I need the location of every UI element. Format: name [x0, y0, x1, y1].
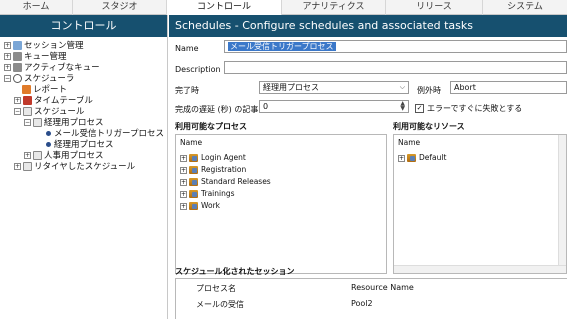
expand-icon[interactable]: +: [14, 97, 21, 104]
resource-pool-icon: [407, 154, 416, 162]
schedule-icon: [33, 118, 42, 127]
tree-item-active-queues[interactable]: + アクティブなキュー: [4, 63, 100, 74]
processes-column-header: Name: [180, 138, 203, 147]
collapse-icon[interactable]: −: [24, 119, 31, 126]
process-item[interactable]: + Login Agent: [180, 153, 246, 163]
task-bullet-icon: [46, 142, 51, 147]
description-label: Description: [175, 65, 221, 74]
tab-system[interactable]: システム: [483, 0, 567, 15]
tree-item-reports[interactable]: レポート: [22, 85, 67, 96]
tab-home[interactable]: ホーム: [0, 0, 73, 15]
expand-icon[interactable]: +: [180, 166, 187, 174]
tree-item-retired-schedules[interactable]: + リタイヤしたスケジュール: [14, 162, 135, 173]
control-sidebar: コントロール + セッション管理 + キュー管理 + アクティブなキュー − スケジュー…: [0, 15, 168, 319]
exception-label: 例外時: [417, 86, 441, 95]
retired-schedule-icon: [23, 162, 32, 171]
tree-item-accounting-process-task[interactable]: 経理用プロセス: [46, 140, 114, 151]
active-queue-icon: [13, 63, 22, 72]
tree-item-accounting-process[interactable]: − 経理用プロセス: [24, 118, 104, 129]
available-processes-title: 利用可能なプロセス: [175, 122, 247, 131]
resources-horizontal-scrollbar[interactable]: [394, 265, 566, 273]
resource-item[interactable]: + Default: [398, 153, 446, 163]
collapse-icon[interactable]: −: [14, 108, 21, 115]
expand-icon[interactable]: +: [180, 178, 187, 186]
session-process-cell[interactable]: メールの受信: [196, 299, 244, 311]
queue-icon: [13, 52, 22, 61]
schedule-editor: Schedules - Configure schedules and asso…: [169, 15, 567, 319]
delay-stepper[interactable]: 0 ▲ ▼: [259, 100, 409, 113]
monitor-icon: [13, 41, 22, 50]
checkbox-icon[interactable]: ✓: [415, 104, 424, 113]
tree-item-hr-process[interactable]: + 人事用プロセス: [24, 151, 104, 162]
expand-icon[interactable]: +: [398, 154, 405, 162]
schedule-icon: [23, 107, 32, 116]
delay-label: 完成の遅延 (秒) の記事: [175, 105, 259, 114]
tree-item-timetable[interactable]: + タイムテーブル: [14, 96, 93, 107]
process-group-icon: [189, 154, 198, 162]
completion-label: 完了時: [175, 86, 199, 95]
report-icon: [22, 85, 31, 94]
page-title: Schedules - Configure schedules and asso…: [169, 15, 567, 37]
expand-icon[interactable]: +: [4, 53, 11, 60]
resources-list[interactable]: Name + Default: [393, 134, 567, 274]
process-item[interactable]: + Work: [180, 201, 220, 211]
process-group-icon: [189, 166, 198, 174]
expand-icon[interactable]: +: [24, 152, 31, 159]
completion-select[interactable]: 経理用プロセス ⌵: [259, 81, 409, 94]
sidebar-title: コントロール: [0, 15, 167, 37]
process-group-icon: [189, 202, 198, 210]
name-label: Name: [175, 44, 199, 53]
available-resources-title: 利用可能なリソース: [393, 122, 465, 131]
tab-control[interactable]: コントロール: [167, 0, 282, 15]
tree-item-mail-trigger-process[interactable]: メール受信トリガープロセス: [46, 129, 164, 140]
exception-select[interactable]: Abort: [450, 81, 567, 94]
scheduled-sessions-table: プロセス名 Resource Name メールの受信 Pool2: [175, 278, 567, 319]
tree-item-session-management[interactable]: + セッション管理: [4, 41, 84, 52]
tab-analytics[interactable]: アナリティクス: [282, 0, 386, 15]
tab-release[interactable]: リリース: [386, 0, 483, 15]
chevron-down-icon: ⌵: [399, 83, 405, 91]
tree-item-queue-management[interactable]: + キュー管理: [4, 52, 67, 63]
name-field[interactable]: メール受信トリガープロセス: [224, 40, 567, 53]
process-item[interactable]: + Trainings: [180, 189, 235, 199]
fail-fast-checkbox[interactable]: ✓ エラーですぐに失敗とする: [415, 103, 522, 114]
tree-item-scheduler[interactable]: − スケジューラ: [4, 74, 74, 85]
description-field[interactable]: [224, 61, 567, 74]
scheduled-sessions-title: スケジュール化されたセッション: [175, 267, 295, 276]
process-item[interactable]: + Registration: [180, 165, 246, 175]
expand-icon[interactable]: +: [14, 163, 21, 170]
expand-icon[interactable]: +: [180, 154, 187, 162]
processes-list[interactable]: Name + Login Agent + Registration + Standar…: [175, 134, 387, 274]
top-tab-bar: ホーム スタジオ コントロール アナリティクス リリース システム: [0, 0, 567, 15]
clock-icon: [13, 74, 22, 83]
sessions-col-process: プロセス名: [196, 284, 236, 293]
process-group-icon: [189, 178, 198, 186]
expand-icon[interactable]: +: [180, 190, 187, 198]
schedule-icon: [33, 151, 42, 160]
process-item[interactable]: + Standard Releases: [180, 177, 271, 187]
collapse-icon[interactable]: −: [4, 75, 11, 82]
resources-column-header: Name: [398, 138, 421, 147]
name-value: メール受信トリガープロセス: [228, 42, 336, 51]
task-bullet-icon: [46, 131, 51, 136]
stepper-arrows-icon[interactable]: ▲ ▼: [400, 101, 405, 112]
process-group-icon: [189, 190, 198, 198]
sessions-col-resource: Resource Name: [351, 283, 414, 292]
session-resource-cell[interactable]: Pool2: [351, 299, 373, 311]
tree-item-schedules[interactable]: − スケジュール: [14, 107, 84, 118]
expand-icon[interactable]: +: [180, 202, 187, 210]
resources-vertical-scrollbar[interactable]: [558, 135, 566, 273]
expand-icon[interactable]: +: [4, 42, 11, 49]
expand-icon[interactable]: +: [4, 64, 11, 71]
timetable-icon: [23, 96, 32, 105]
tab-studio[interactable]: スタジオ: [73, 0, 167, 15]
